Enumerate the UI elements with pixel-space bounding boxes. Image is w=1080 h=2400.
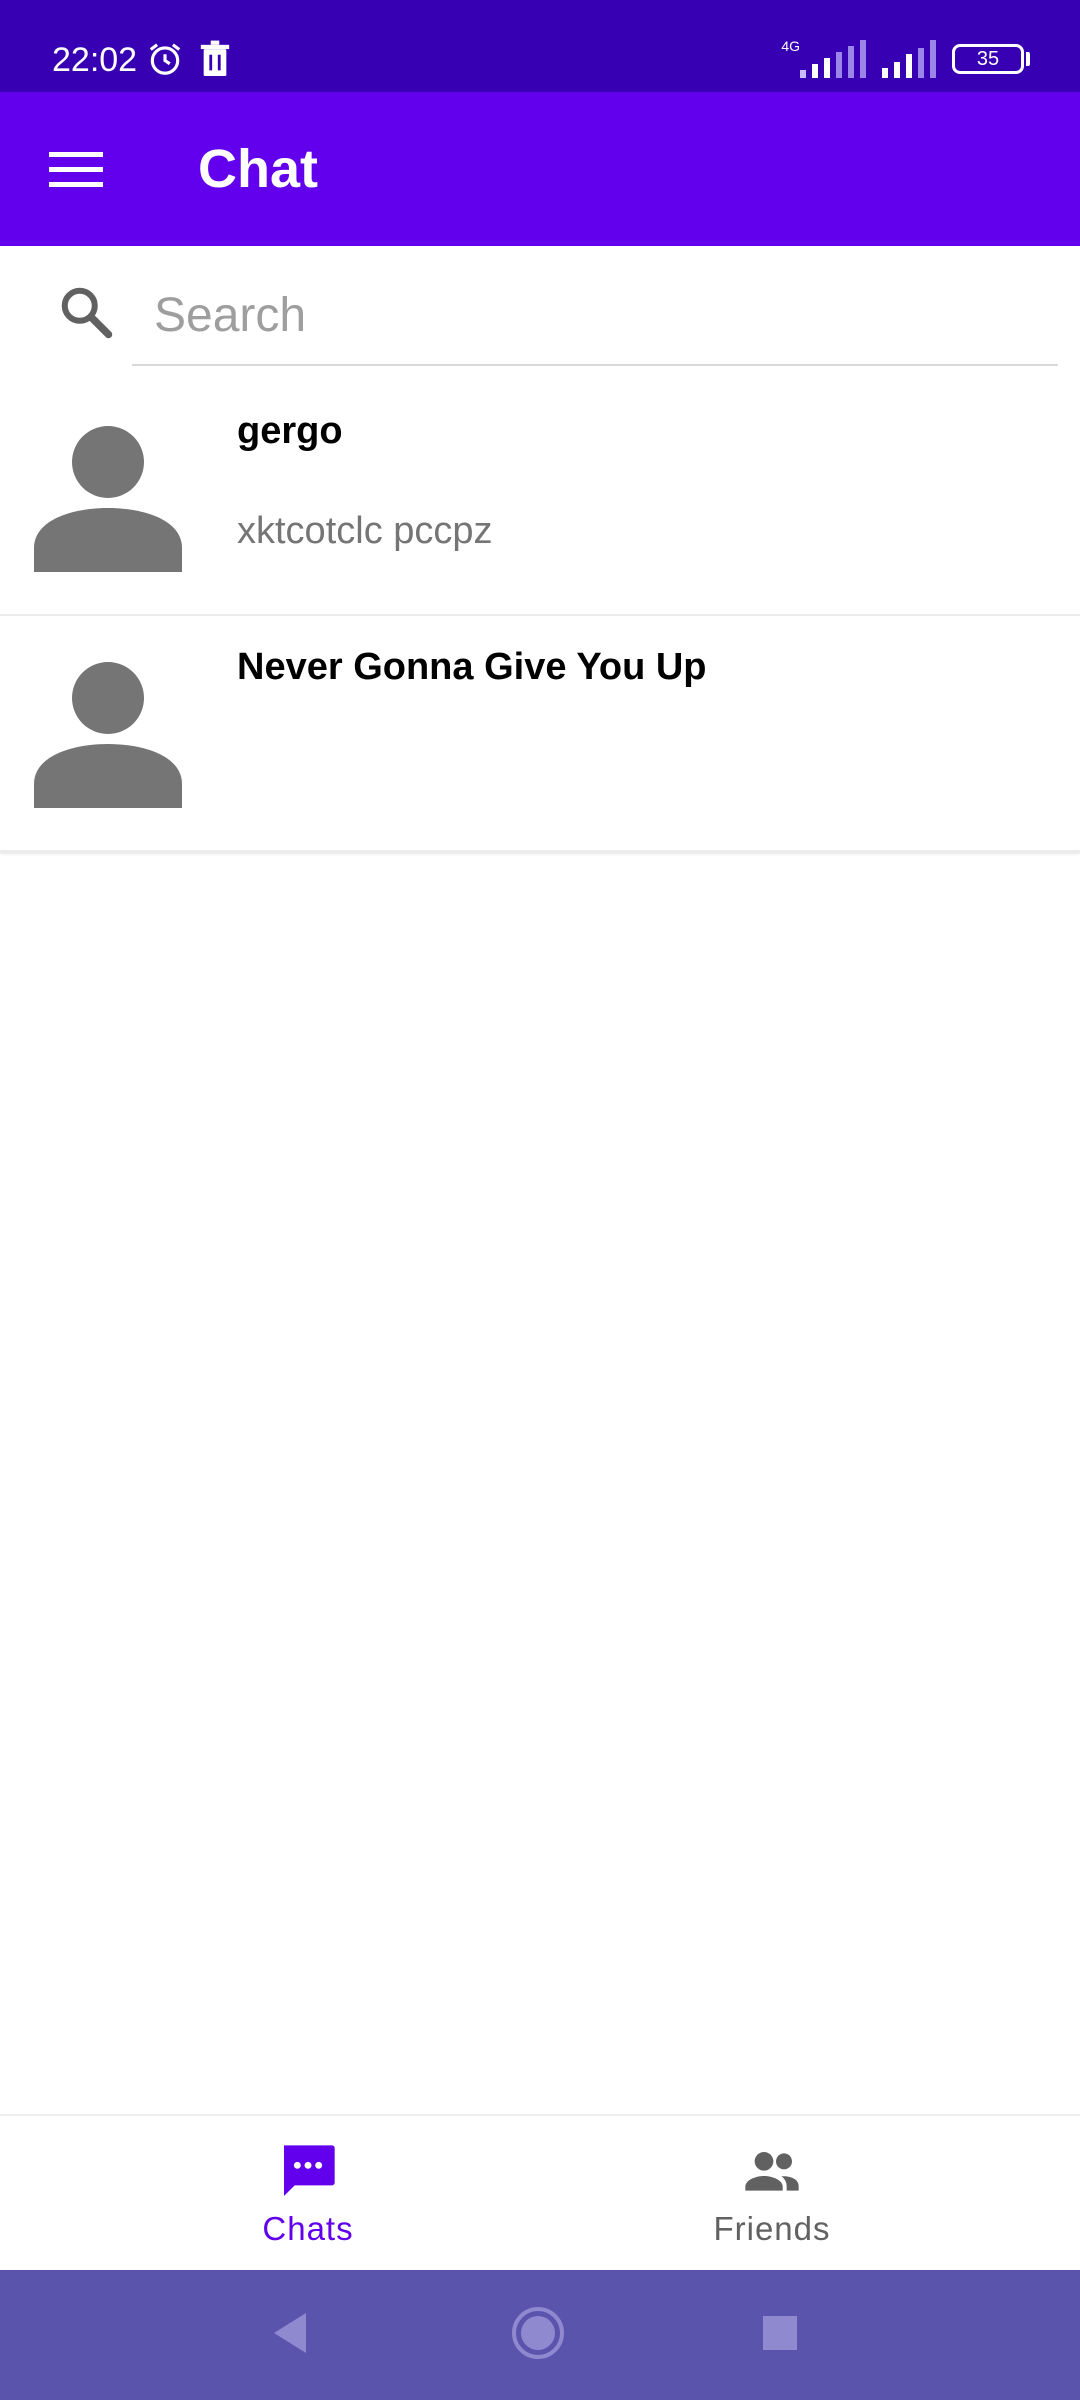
hamburger-menu-icon (49, 150, 103, 195)
system-navigation-bar (0, 2270, 1080, 2400)
nav-label-chats: Chats (262, 2210, 354, 2247)
nav-tab-chats[interactable]: Chats (38, 2116, 578, 2272)
chat-last-message: xktcotclc pccpz (237, 510, 493, 552)
recents-square-icon (761, 2314, 799, 2357)
chat-bubble-icon (276, 2140, 340, 2204)
search-icon (56, 282, 116, 342)
search-input[interactable] (132, 266, 1058, 366)
recents-button[interactable] (748, 2303, 812, 2367)
app-title: Chat (198, 139, 318, 199)
app-bar: Chat (0, 92, 1080, 246)
chat-list-item[interactable]: gergo xktcotclc pccpz (0, 380, 1080, 616)
home-button[interactable] (506, 2303, 570, 2367)
signal-icon-2 (880, 40, 940, 85)
chat-name: gergo (237, 410, 343, 452)
signal-icon (798, 40, 870, 85)
status-bar: 22:02 4G 35 (0, 0, 1080, 92)
battery-level: 35 (976, 47, 1000, 70)
people-icon (740, 2140, 804, 2204)
nav-label-friends: Friends (713, 2210, 831, 2247)
chat-list: gergo xktcotclc pccpz Never Gonna Give Y… (0, 380, 1080, 852)
home-circle-icon (510, 2305, 566, 2366)
back-button[interactable] (258, 2303, 322, 2367)
screen: 22:02 4G 35 Chat Search gergo xktcotclc … (0, 0, 1080, 2400)
chat-name: Never Gonna Give You Up (237, 646, 707, 688)
trash-icon (198, 40, 232, 83)
avatar-placeholder-icon (34, 660, 182, 808)
menu-button[interactable] (34, 130, 118, 214)
bottom-navigation: Chats Friends (0, 2114, 1080, 2270)
battery-icon: 35 (952, 44, 1024, 74)
avatar-placeholder-icon (34, 424, 182, 572)
status-time: 22:02 (52, 41, 138, 79)
chat-list-item[interactable]: Never Gonna Give You Up (0, 616, 1080, 852)
nav-tab-friends[interactable]: Friends (502, 2116, 1042, 2272)
search-bar (0, 246, 1080, 380)
battery-tip (1026, 52, 1030, 66)
alarm-icon (146, 40, 184, 83)
back-triangle-icon (270, 2311, 310, 2360)
